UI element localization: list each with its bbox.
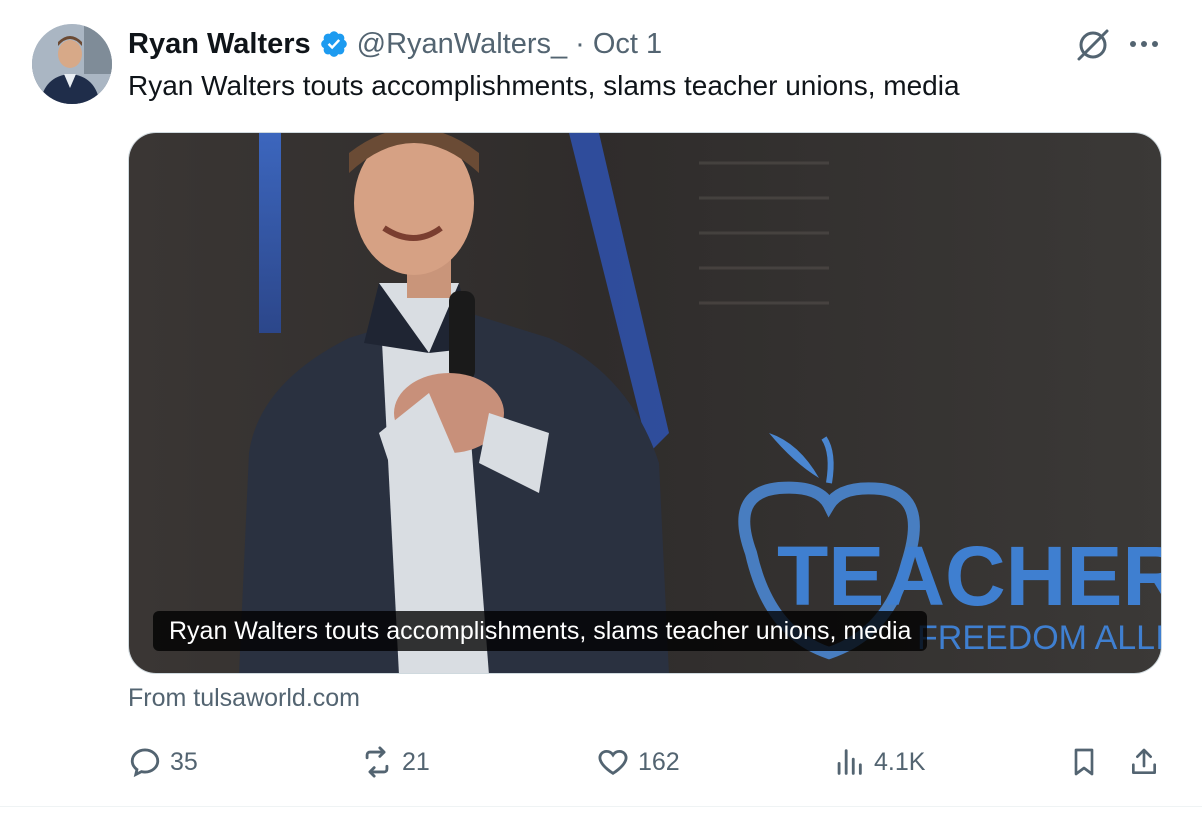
- views-icon: [837, 749, 862, 775]
- share-icon: [1132, 748, 1156, 774]
- repost-button[interactable]: 21: [360, 742, 430, 782]
- like-count: 162: [638, 747, 680, 776]
- author-name[interactable]: Ryan Walters: [128, 28, 311, 61]
- article-photo: TEACHER FREEDOM ALLIANCE: [129, 133, 1162, 673]
- views-button[interactable]: 4.1K: [832, 742, 925, 782]
- tweet-date[interactable]: Oct 1: [593, 28, 662, 61]
- views-count: 4.1K: [874, 747, 926, 776]
- reply-count: 35: [170, 747, 198, 776]
- tweet-header: Ryan Walters @RyanWalters_ · Oct 1: [128, 24, 662, 64]
- avatar[interactable]: [32, 24, 112, 104]
- bookmark-icon: [1074, 748, 1094, 776]
- separator-dot: ·: [575, 27, 585, 60]
- tweet-text: Ryan Walters touts accomplishments, slam…: [128, 70, 960, 101]
- link-card[interactable]: TEACHER FREEDOM ALLIANCE Ryan Walters to…: [128, 132, 1162, 674]
- tweet[interactable]: Ryan Walters @RyanWalters_ · Oct 1 Ryan …: [0, 0, 1202, 807]
- more-icon[interactable]: [1126, 30, 1162, 58]
- backdrop-logo-subtext: FREEDOM ALLIANCE: [917, 619, 1162, 657]
- reply-icon: [130, 748, 160, 778]
- card-source-link[interactable]: From tulsaworld.com: [128, 684, 360, 713]
- repost-icon: [365, 746, 389, 778]
- grok-icon[interactable]: [1074, 26, 1112, 64]
- action-bar: 35 21 162 4.1K: [0, 736, 1202, 786]
- repost-count: 21: [402, 747, 430, 776]
- backdrop-logo-text: TEACHER: [777, 529, 1162, 623]
- reply-button[interactable]: 35: [128, 742, 198, 782]
- card-caption: Ryan Walters touts accomplishments, slam…: [153, 611, 928, 651]
- verified-badge-icon: [319, 29, 349, 59]
- heart-icon: [598, 749, 628, 775]
- share-button[interactable]: [1128, 742, 1162, 782]
- author-handle[interactable]: @RyanWalters_: [357, 28, 567, 61]
- like-button[interactable]: 162: [596, 742, 680, 782]
- bookmark-button[interactable]: [1068, 742, 1102, 782]
